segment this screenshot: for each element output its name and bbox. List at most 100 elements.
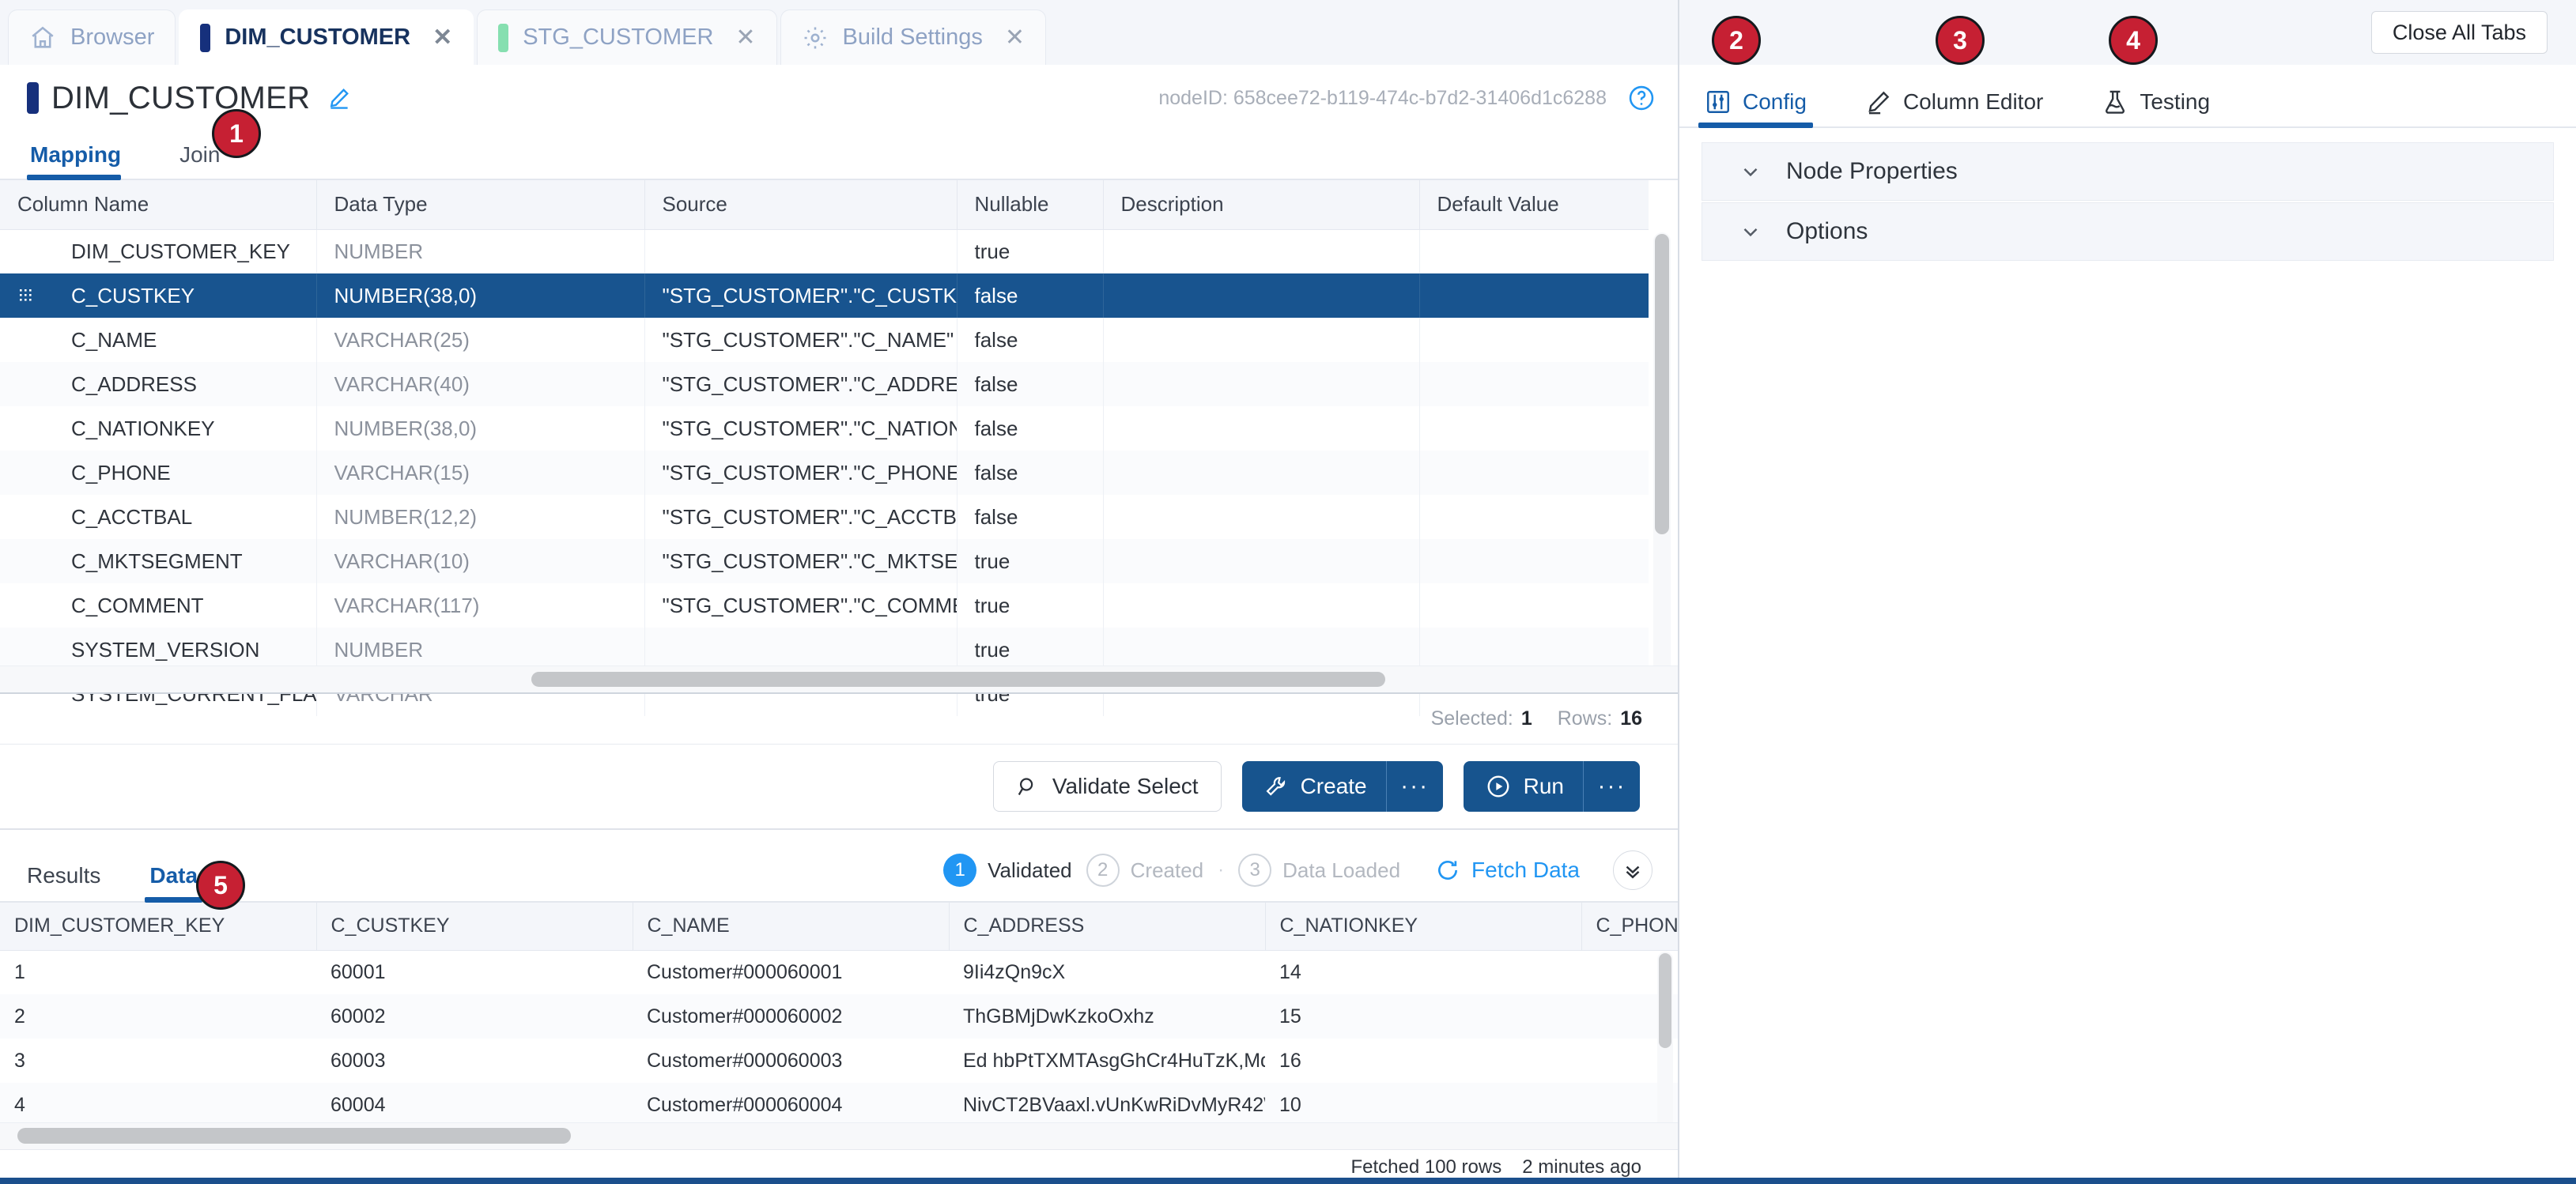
data-row[interactable]: 3 60003 Customer#000060003 Ed hbPtTXMTAsgGh… [0, 1039, 1678, 1083]
col-header-data-type[interactable]: Data Type [316, 180, 645, 230]
close-icon[interactable]: ✕ [1005, 25, 1025, 50]
double-chevron-down-icon[interactable] [1613, 850, 1652, 890]
data-horizontal-scrollbar[interactable] [0, 1122, 1678, 1149]
config-pane: Close All Tabs Config Column Editor Test… [1679, 0, 2576, 1184]
tab-results[interactable]: Results [22, 863, 105, 901]
table-row[interactable]: C_MKTSEGMENT VARCHAR(10) "STG_CUSTOMER"."C… [0, 539, 1649, 583]
step-data-loaded: 3 Data Loaded [1238, 854, 1400, 887]
scrollbar-thumb[interactable] [1655, 234, 1669, 534]
cell-description [1103, 362, 1420, 406]
step-separator: · [1218, 859, 1225, 880]
col-header-description[interactable]: Description [1103, 180, 1420, 230]
gear-icon [802, 25, 829, 51]
tab-stg-customer[interactable]: STG_CUSTOMER ✕ [477, 9, 777, 65]
close-icon[interactable]: ✕ [735, 25, 755, 50]
tab-data[interactable]: Data [145, 863, 202, 903]
table-row[interactable]: C_NAME VARCHAR(25) "STG_CUSTOMER"."C_NAME"… [0, 318, 1649, 362]
col-header-c-name[interactable]: C_NAME [633, 903, 950, 951]
data-cell: 10 [1265, 1083, 1581, 1127]
scrollbar-thumb[interactable] [1659, 953, 1671, 1048]
col-header-source[interactable]: Source [644, 180, 958, 230]
pencil-icon [1865, 89, 1892, 115]
tab-dim-customer[interactable]: DIM_CUSTOMER ✕ [179, 9, 474, 65]
cell-data-type: VARCHAR(25) [316, 318, 645, 362]
run-button[interactable]: Run [1463, 761, 1583, 812]
refresh-icon [1435, 858, 1460, 883]
tab-mapping[interactable]: Mapping [27, 142, 138, 180]
validate-select-button[interactable]: Validate Select [992, 761, 1222, 812]
data-cell: 9Ii4zQn9cX [963, 960, 1066, 983]
step-validated: 1 Validated [943, 854, 1072, 887]
cell-default-value [1419, 318, 1649, 362]
fetch-timestamp: 2 minutes ago [1522, 1156, 1641, 1178]
col-header-dim-customer-key[interactable]: DIM_CUSTOMER_KEY [0, 903, 317, 951]
cell-column-name: C_CUSTKEY [0, 273, 317, 318]
scrollbar-thumb[interactable] [17, 1128, 571, 1144]
cell-default-value [1419, 362, 1649, 406]
scrollbar-thumb[interactable] [531, 672, 1385, 687]
data-row[interactable]: 160001Customer#0000600019Ii4zQn9cX1424-6… [0, 950, 1678, 994]
config-accordion: Node Properties Options [1679, 128, 2576, 262]
create-more-button[interactable]: ··· [1385, 761, 1443, 812]
tab-column-editor[interactable]: Column Editor [1859, 89, 2049, 126]
table-row[interactable]: C_COMMENT VARCHAR(117) "STG_CUSTOMER"."C_C… [0, 583, 1649, 628]
data-cell: Customer#000060002 [633, 994, 949, 1039]
annotation-badge-1: 1 [212, 109, 261, 158]
tab-label: Build Settings [842, 25, 983, 50]
cell-nullable: false [957, 318, 1104, 362]
tab-config[interactable]: Config [1698, 89, 1813, 128]
section-node-properties[interactable]: Node Properties [1702, 142, 2554, 201]
table-row[interactable]: C_CUSTKEY NUMBER(38,0) "STG_CUSTOMER"."C_C… [0, 273, 1649, 318]
action-bar: Validate Select Create ··· Run ··· [0, 745, 1678, 830]
cell-nullable: true [957, 229, 1104, 273]
col-header-default-value[interactable]: Default Value [1419, 180, 1649, 230]
col-header-c-phone[interactable]: C_PHON [1581, 903, 1678, 951]
cell-column-name: DIM_CUSTOMER_KEY [0, 229, 317, 273]
tab-label: Data [149, 863, 198, 888]
cell-description [1103, 495, 1420, 539]
close-all-tabs-button[interactable]: Close All Tabs [2370, 11, 2548, 54]
create-button[interactable]: Create [1241, 761, 1386, 812]
data-row[interactable]: 4 60004 Customer#000060004 NivCT2BVaaxl.vUn… [0, 1083, 1678, 1127]
table-row[interactable]: C_ADDRESS VARCHAR(40) "STG_CUSTOMER"."C_AD… [0, 362, 1649, 406]
config-tab-bar: Config Column Editor Testing [1679, 65, 2576, 128]
fetch-data-button[interactable]: Fetch Data [1435, 858, 1580, 883]
step-number: 3 [1238, 854, 1272, 887]
cell-description [1103, 451, 1420, 495]
pencil-icon[interactable] [327, 86, 351, 110]
col-header-nullable[interactable]: Nullable [957, 180, 1104, 230]
mapping-horizontal-scrollbar[interactable] [0, 666, 1678, 694]
cell-source: "STG_CUSTOMER"."C_MKTSEGMENT [644, 539, 958, 583]
tab-build-settings[interactable]: Build Settings ✕ [780, 9, 1046, 65]
cell-column-name: C_NATIONKEY [0, 406, 317, 451]
close-icon[interactable]: ✕ [432, 25, 452, 50]
help-circle-icon[interactable] [1627, 84, 1656, 112]
col-header-c-custkey[interactable]: C_CUSTKEY [316, 903, 633, 951]
annotation-badge-2: 2 [1712, 16, 1761, 65]
data-cell: Customer#000060004 [633, 1083, 949, 1127]
cell-default-value [1419, 273, 1649, 318]
flask-icon [2102, 89, 2128, 115]
button-label: Fetch Data [1471, 858, 1580, 882]
section-label: Options [1786, 218, 1868, 244]
data-cell: 60003 [330, 1049, 386, 1072]
table-row[interactable]: C_PHONE VARCHAR(15) "STG_CUSTOMER"."C_PHON… [0, 451, 1649, 495]
table-row[interactable]: C_ACCTBAL NUMBER(12,2) "STG_CUSTOMER"."C_A… [0, 495, 1649, 539]
run-more-button[interactable]: ··· [1583, 761, 1640, 812]
drag-handle-icon[interactable] [17, 287, 32, 304]
data-cell: Customer#000060001 [647, 960, 843, 983]
data-grid-container: DIM_CUSTOMER_KEY C_CUSTKEY C_NAME C_ADDR… [0, 903, 1678, 1184]
tab-browser[interactable]: Browser [8, 9, 176, 65]
table-row[interactable]: C_NATIONKEY NUMBER(38,0) "STG_CUSTOMER"."C… [0, 406, 1649, 451]
section-options[interactable]: Options [1702, 202, 2554, 261]
data-row[interactable]: 2 60002 Customer#000060002 ThGBMjDwKzkoOxhz… [0, 994, 1678, 1039]
cell-default-value [1419, 229, 1649, 273]
col-header-c-nationkey[interactable]: C_NATIONKEY [1265, 903, 1582, 951]
col-header-column-name[interactable]: Column Name [0, 180, 317, 230]
col-header-c-address[interactable]: C_ADDRESS [949, 903, 1266, 951]
tab-label: Browser [70, 25, 155, 50]
tab-testing[interactable]: Testing [2095, 89, 2216, 126]
mapping-vertical-scrollbar[interactable] [1653, 232, 1671, 688]
table-row[interactable]: DIM_CUSTOMER_KEY NUMBER true [0, 229, 1649, 273]
main-pane: Browser DIM_CUSTOMER ✕ STG_CUSTOMER ✕ Bu… [0, 0, 1679, 1184]
